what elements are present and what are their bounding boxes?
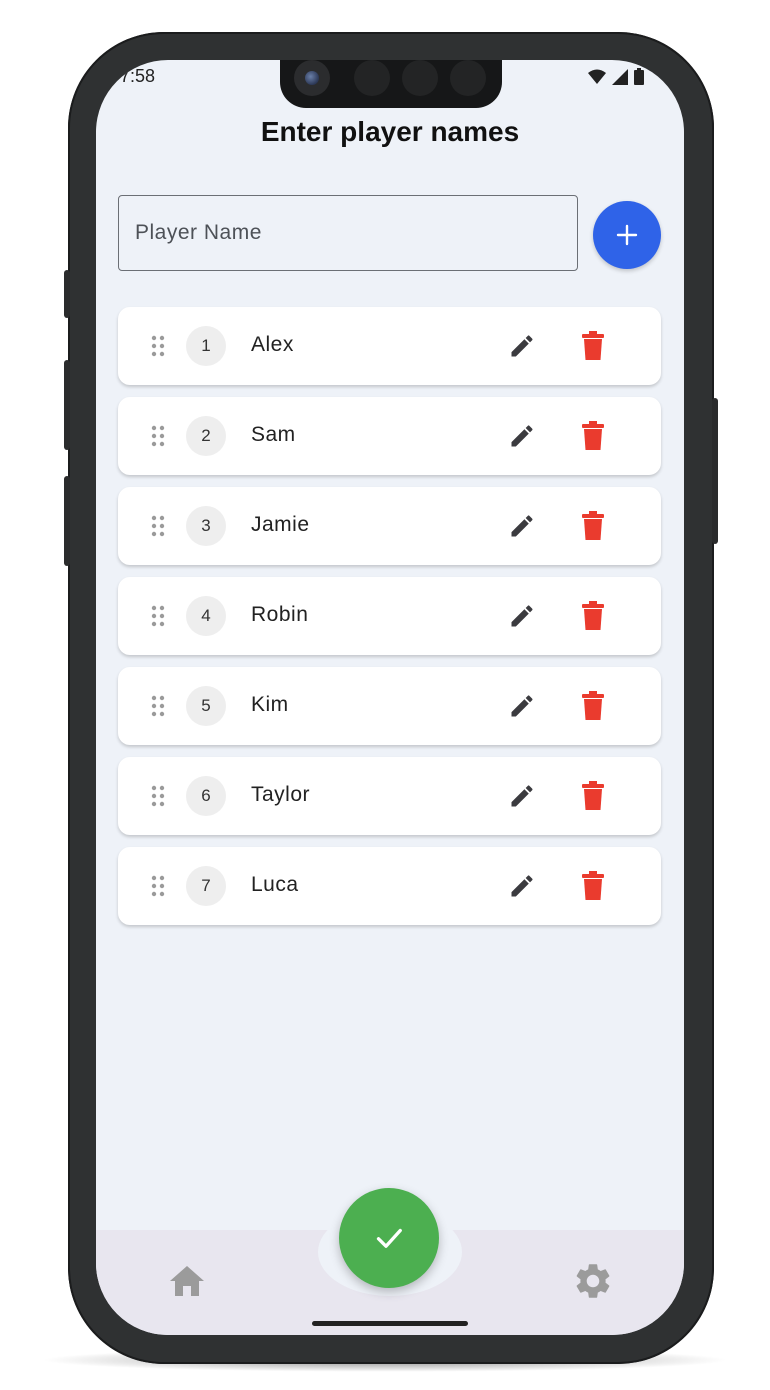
drag-handle-icon[interactable] xyxy=(150,424,166,448)
app-screen: 7:58 Enter player names 1 Alex xyxy=(96,60,684,1335)
player-number-badge: 6 xyxy=(186,776,226,816)
player-number-badge: 1 xyxy=(186,326,226,366)
trash-icon[interactable] xyxy=(581,601,605,631)
gear-icon[interactable] xyxy=(572,1260,614,1302)
player-number-badge: 4 xyxy=(186,596,226,636)
sensor xyxy=(354,60,390,96)
check-icon xyxy=(376,1228,402,1248)
drag-handle-icon[interactable] xyxy=(150,334,166,358)
plus-icon xyxy=(616,224,638,246)
sensor xyxy=(402,60,438,96)
trash-icon[interactable] xyxy=(581,871,605,901)
signal-icon xyxy=(612,68,628,85)
player-row: 4 Robin xyxy=(118,577,661,655)
player-number-badge: 7 xyxy=(186,866,226,906)
player-number-badge: 3 xyxy=(186,506,226,546)
player-row: 6 Taylor xyxy=(118,757,661,835)
pencil-icon[interactable] xyxy=(508,782,536,810)
pencil-icon[interactable] xyxy=(508,512,536,540)
pencil-icon[interactable] xyxy=(508,692,536,720)
pencil-icon[interactable] xyxy=(508,422,536,450)
pencil-icon[interactable] xyxy=(508,332,536,360)
player-name: Luca xyxy=(251,873,299,896)
trash-icon[interactable] xyxy=(581,331,605,361)
wifi-icon xyxy=(588,69,606,84)
player-name: Jamie xyxy=(251,513,310,536)
front-camera xyxy=(294,60,330,96)
player-name-input[interactable] xyxy=(119,196,577,270)
drag-handle-icon[interactable] xyxy=(150,784,166,808)
drag-handle-icon[interactable] xyxy=(150,694,166,718)
sensor xyxy=(450,60,486,96)
player-number-badge: 2 xyxy=(186,416,226,456)
page-title: Enter player names xyxy=(260,116,520,147)
player-name: Kim xyxy=(251,693,289,716)
trash-icon[interactable] xyxy=(581,781,605,811)
pencil-icon[interactable] xyxy=(508,872,536,900)
player-name-field[interactable] xyxy=(118,195,578,271)
trash-icon[interactable] xyxy=(581,511,605,541)
trash-icon[interactable] xyxy=(581,421,605,451)
phone-side-button xyxy=(64,270,70,318)
phone-volume-down-button xyxy=(64,476,70,566)
player-row: 7 Luca xyxy=(118,847,661,925)
player-row: 1 Alex xyxy=(118,307,661,385)
trash-icon[interactable] xyxy=(581,691,605,721)
gesture-home-indicator[interactable] xyxy=(312,1321,468,1326)
player-row: 5 Kim xyxy=(118,667,661,745)
player-name: Alex xyxy=(251,333,294,356)
pencil-icon[interactable] xyxy=(508,602,536,630)
status-time: 7:58 xyxy=(120,66,156,86)
add-player-button[interactable] xyxy=(593,201,661,269)
battery-icon xyxy=(634,68,644,85)
player-name: Taylor xyxy=(251,783,311,806)
phone-power-button xyxy=(712,398,718,544)
drag-handle-icon[interactable] xyxy=(150,604,166,628)
drag-handle-icon[interactable] xyxy=(150,874,166,898)
player-name: Robin xyxy=(251,603,309,626)
confirm-players-button[interactable] xyxy=(339,1188,439,1288)
drag-handle-icon[interactable] xyxy=(150,514,166,538)
player-name: Sam xyxy=(251,423,296,446)
phone-volume-up-button xyxy=(64,360,70,450)
camera-notch xyxy=(280,60,502,108)
home-icon[interactable] xyxy=(168,1264,206,1298)
player-number-badge: 5 xyxy=(186,686,226,726)
player-row: 2 Sam xyxy=(118,397,661,475)
status-icons xyxy=(588,68,644,85)
player-row: 3 Jamie xyxy=(118,487,661,565)
player-list: 1 Alex 2 Sam 3 Jamie 4 Robin 5 Kim 6 Tay… xyxy=(118,307,661,937)
